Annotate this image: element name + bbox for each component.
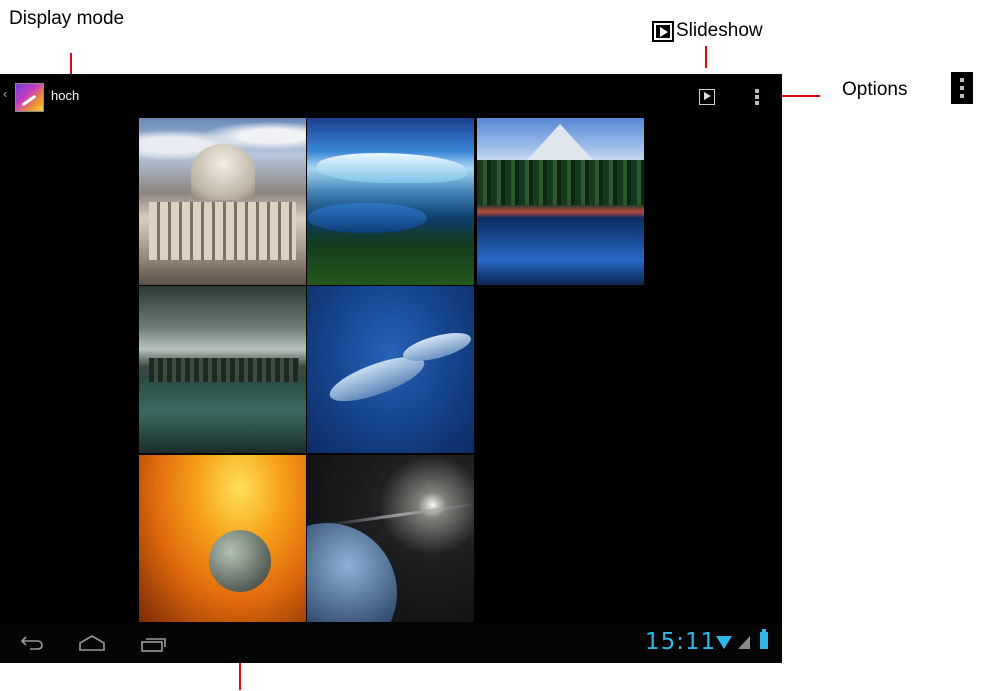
up-caret-icon[interactable]: ‹ — [3, 86, 7, 101]
battery-icon — [760, 629, 768, 649]
back-icon[interactable] — [20, 636, 44, 650]
gallery-app-icon[interactable] — [15, 83, 44, 112]
home-icon[interactable] — [78, 635, 106, 651]
slideshow-leader — [705, 46, 707, 68]
thumbnail-fish[interactable] — [307, 286, 474, 453]
thumbnail-coast[interactable] — [139, 286, 306, 453]
album-title[interactable]: hoch — [51, 88, 79, 103]
tablet-screen: ‹ hoch 15:11 — [0, 74, 782, 663]
slideshow-icon[interactable] — [699, 89, 715, 105]
navigation-bar: 15:11 — [0, 624, 782, 663]
recents-icon[interactable] — [141, 635, 167, 652]
options-leader — [782, 95, 820, 97]
slideshow-legend-icon — [652, 21, 674, 42]
clock: 15:11 — [645, 629, 717, 655]
thumbnail-sun-planet[interactable] — [139, 455, 306, 622]
overflow-menu-icon[interactable] — [749, 86, 765, 108]
display-mode-callout: Display mode — [9, 8, 125, 29]
options-legend-icon — [951, 72, 973, 104]
signal-icon — [738, 636, 750, 649]
slideshow-callout: Slideshow — [676, 20, 763, 41]
display-mode-leader — [70, 53, 72, 75]
options-callout: Options — [842, 79, 908, 100]
thumbnail-mountain-lake[interactable] — [477, 118, 644, 285]
thumbnail-glacier[interactable] — [307, 118, 474, 285]
action-bar: ‹ hoch — [0, 74, 782, 118]
thumbnail-capitol[interactable] — [139, 118, 306, 285]
thumbnail-space-planet[interactable] — [307, 455, 474, 622]
wifi-icon — [716, 636, 732, 649]
